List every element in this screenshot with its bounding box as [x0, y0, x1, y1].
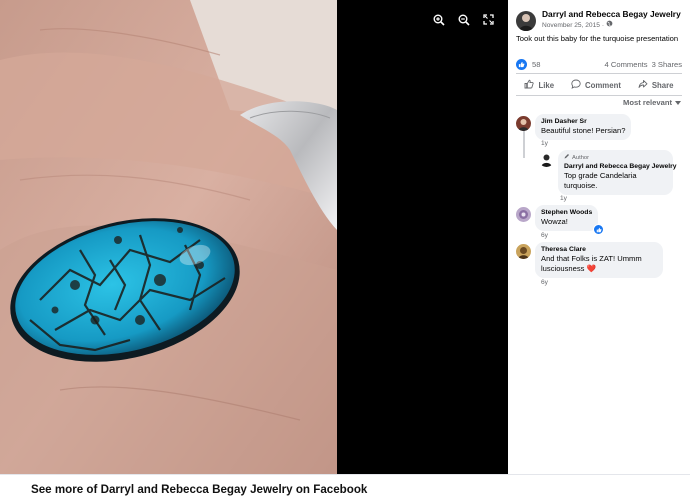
- date-separator: ·: [601, 21, 605, 29]
- like-reaction-icon[interactable]: [593, 224, 605, 235]
- like-button[interactable]: Like: [524, 79, 554, 91]
- comment-author[interactable]: Stephen Woods: [541, 208, 592, 217]
- comment-icon: [571, 79, 581, 91]
- turquoise-photo[interactable]: [0, 0, 337, 474]
- comment-label: Comment: [584, 80, 621, 90]
- post-date-text[interactable]: November 25, 2015: [542, 21, 600, 30]
- post-header: Darryl and Rebecca Begay Jewelry Novembe…: [516, 9, 681, 31]
- page-avatar[interactable]: [516, 11, 536, 31]
- comment-bubble: Theresa Clare And that Folks is ZAT! Umm…: [535, 242, 663, 278]
- comment-text: Beautiful stone! Persian?: [541, 126, 626, 135]
- chevron-down-icon: [675, 101, 681, 105]
- photo-viewer: [0, 0, 508, 474]
- divider: [516, 95, 682, 96]
- zoom-out-icon[interactable]: [456, 12, 471, 27]
- fullscreen-icon[interactable]: [481, 12, 496, 27]
- see-more-link[interactable]: See more of Darryl and Rebecca Begay Jew…: [31, 483, 367, 496]
- share-label: Share: [651, 80, 674, 90]
- comment-reply-item: Author Darryl and Rebecca Begay Jewelry …: [539, 150, 677, 195]
- comment-author[interactable]: Jim Dasher Sr: [541, 117, 625, 126]
- post-text: Took out this baby for the turquoise pre…: [516, 34, 679, 43]
- comment-bubble: Author Darryl and Rebecca Begay Jewelry …: [558, 150, 677, 195]
- avatar[interactable]: [516, 116, 531, 131]
- engagement-counts: 4 Comments 3 Shares: [605, 60, 682, 69]
- post-date: November 25, 2015 ·: [542, 20, 681, 30]
- post-actions: Like Comment Share: [516, 77, 682, 93]
- viewer-controls: [431, 12, 496, 27]
- page-name-link[interactable]: Darryl and Rebecca Begay Jewelry: [542, 9, 681, 20]
- avatar[interactable]: [516, 207, 531, 222]
- divider: [516, 73, 682, 74]
- comments-count[interactable]: 4 Comments: [605, 60, 648, 69]
- comment-bubble: Jim Dasher Sr Beautiful stone! Persian?: [535, 114, 632, 140]
- globe-icon: [606, 20, 613, 30]
- author-tag-text: Author: [572, 154, 590, 161]
- comment-text: Wowza!: [541, 217, 568, 226]
- shares-count[interactable]: 3 Shares: [652, 60, 682, 69]
- post-panel: Darryl and Rebecca Begay Jewelry Novembe…: [508, 0, 690, 474]
- comment-author[interactable]: Darryl and Rebecca Begay Jewelry: [564, 162, 677, 171]
- comment-text: And that Folks is ZAT! Ummm lusciousness…: [541, 254, 642, 273]
- zoom-in-icon[interactable]: [431, 12, 446, 27]
- avatar[interactable]: [516, 244, 531, 259]
- comment-item: Jim Dasher Sr Beautiful stone! Persian?: [516, 114, 632, 140]
- comment-time[interactable]: 6y: [541, 232, 548, 239]
- comment-text: Top grade Candelaria turquoise.: [564, 171, 637, 190]
- sort-label: Most relevant: [623, 98, 672, 107]
- thread-line: [523, 131, 525, 158]
- turquoise-stone-image: [0, 0, 337, 474]
- comment-time[interactable]: 1y: [541, 140, 548, 147]
- share-button[interactable]: Share: [638, 79, 674, 91]
- comment-author[interactable]: Theresa Clare: [541, 245, 657, 254]
- like-label: Like: [538, 80, 555, 90]
- post-stats: 58 4 Comments 3 Shares: [516, 59, 682, 70]
- author-badge: Author: [564, 153, 667, 162]
- share-icon: [638, 79, 648, 91]
- comment-button[interactable]: Comment: [571, 79, 621, 91]
- like-count: 58: [532, 60, 541, 69]
- comment-item: Stephen Woods Wowza!: [516, 205, 605, 235]
- comment-sort-dropdown[interactable]: Most relevant: [623, 98, 681, 107]
- footer-bar: See more of Darryl and Rebecca Begay Jew…: [0, 474, 690, 498]
- avatar[interactable]: [539, 152, 554, 167]
- comment-time[interactable]: 6y: [541, 279, 548, 286]
- like-icon: [524, 79, 535, 91]
- reactions-summary[interactable]: 58: [516, 59, 540, 70]
- comment-bubble: Stephen Woods Wowza!: [535, 205, 605, 235]
- like-reaction-icon: [516, 59, 527, 70]
- pencil-icon: [564, 153, 570, 162]
- comment-time[interactable]: 1y: [560, 195, 567, 202]
- comment-item: Theresa Clare And that Folks is ZAT! Umm…: [516, 242, 663, 278]
